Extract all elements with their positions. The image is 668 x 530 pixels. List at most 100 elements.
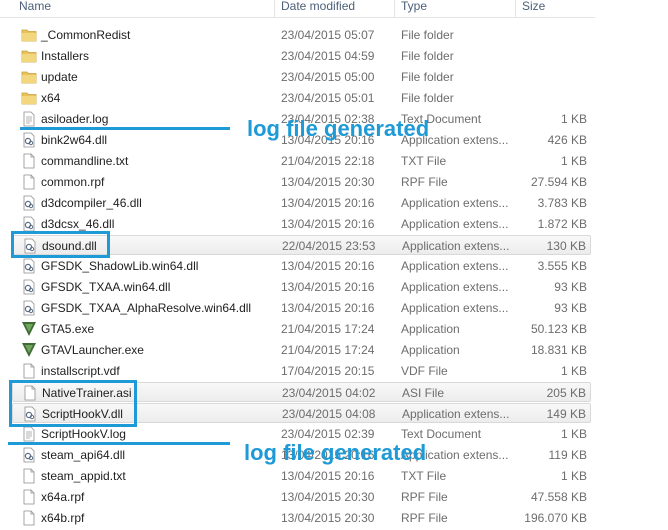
file-name: d3dcompiler_46.dll bbox=[41, 196, 142, 210]
file-type: VDF File bbox=[401, 364, 448, 378]
file-name: x64b.rpf bbox=[41, 511, 85, 525]
dll-icon bbox=[21, 132, 37, 148]
dll-icon bbox=[21, 447, 37, 463]
file-type: RPF File bbox=[401, 175, 448, 189]
highlight-box-scripthook bbox=[9, 380, 137, 427]
file-row[interactable]: installscript.vdf 17/04/2015 20:15 VDF Fil… bbox=[12, 361, 591, 381]
file-type: File folder bbox=[401, 70, 454, 84]
file-date-modified: 22/04/2015 23:53 bbox=[282, 239, 376, 253]
annotation-underline bbox=[8, 442, 230, 445]
gta-v-icon bbox=[21, 342, 37, 358]
file-name: ScriptHookV.log bbox=[41, 427, 126, 441]
file-date-modified: 13/04/2015 20:30 bbox=[281, 490, 375, 504]
file-date-modified: 23/04/2015 05:01 bbox=[281, 91, 375, 105]
file-row[interactable]: GTA5.exe 21/04/2015 17:24 Application 50.12… bbox=[12, 319, 591, 339]
file-row[interactable]: GFSDK_ShadowLib.win64.dll 13/04/2015 20:1… bbox=[12, 256, 591, 276]
file-name: d3dcsx_46.dll bbox=[41, 217, 115, 231]
file-size: 1 KB bbox=[560, 154, 587, 168]
file-row[interactable]: GFSDK_TXAA_AlphaResolve.win64.dll 13/04/2… bbox=[12, 298, 591, 318]
text-file-icon bbox=[21, 426, 37, 442]
dll-icon bbox=[21, 195, 37, 211]
file-date-modified: 21/04/2015 17:24 bbox=[281, 343, 375, 357]
blank-file-icon bbox=[21, 468, 37, 484]
file-name: steam_api64.dll bbox=[41, 448, 126, 462]
file-size: 205 KB bbox=[546, 386, 586, 400]
file-type: RPF File bbox=[401, 490, 448, 504]
file-row[interactable]: steam_appid.txt 13/04/2015 20:16 TXT File 1… bbox=[12, 466, 591, 486]
annotation-text-bottom: log file generated bbox=[244, 440, 427, 465]
file-row[interactable]: _CommonRedist 23/04/2015 05:07 File folder bbox=[12, 25, 591, 45]
dll-icon bbox=[21, 279, 37, 295]
file-type: ASI File bbox=[402, 386, 445, 400]
file-date-modified: 21/04/2015 17:24 bbox=[281, 322, 375, 336]
file-size: 149 KB bbox=[546, 407, 586, 421]
annotation-text-top: log file generated bbox=[247, 116, 430, 141]
file-row[interactable]: x64b.rpf 13/04/2015 20:30 RPF File 196.070 … bbox=[12, 508, 591, 528]
column-header-bar: Name Date modified Type Size bbox=[0, 0, 595, 18]
file-row[interactable]: update 23/04/2015 05:00 File folder bbox=[12, 67, 591, 87]
file-date-modified: 23/04/2015 04:59 bbox=[281, 49, 375, 63]
text-file-icon bbox=[21, 111, 37, 127]
file-type: RPF File bbox=[401, 511, 448, 525]
dll-icon bbox=[21, 300, 37, 316]
file-size: 130 KB bbox=[546, 239, 586, 253]
file-type: File folder bbox=[401, 49, 454, 63]
file-date-modified: 17/04/2015 20:15 bbox=[281, 364, 375, 378]
file-type: Text Document bbox=[401, 427, 482, 441]
file-row[interactable]: common.rpf 13/04/2015 20:30 RPF File 27.594… bbox=[12, 172, 591, 192]
file-name: Installers bbox=[41, 49, 90, 63]
column-divider[interactable] bbox=[274, 0, 275, 17]
dll-icon bbox=[21, 258, 37, 274]
file-type: Application extens... bbox=[401, 217, 509, 231]
file-type: Application extens... bbox=[402, 239, 510, 253]
file-name: asiloader.log bbox=[41, 112, 109, 126]
file-date-modified: 13/04/2015 20:30 bbox=[281, 511, 375, 525]
file-name: update bbox=[41, 70, 78, 84]
column-divider[interactable] bbox=[394, 0, 395, 17]
file-type: Application extens... bbox=[401, 301, 509, 315]
file-type: Application extens... bbox=[402, 407, 510, 421]
file-size: 1.872 KB bbox=[537, 217, 587, 231]
blank-file-icon bbox=[21, 489, 37, 505]
file-row[interactable]: x64a.rpf 13/04/2015 20:30 RPF File 47.558 K… bbox=[12, 487, 591, 507]
file-size: 1 KB bbox=[560, 364, 587, 378]
file-size: 50.123 KB bbox=[530, 322, 587, 336]
file-row[interactable]: d3dcompiler_46.dll 13/04/2015 20:16 Applic… bbox=[12, 193, 591, 213]
dll-icon bbox=[21, 216, 37, 232]
column-header-name[interactable]: Name bbox=[19, 0, 51, 13]
blank-file-icon bbox=[21, 174, 37, 190]
column-header-type[interactable]: Type bbox=[401, 0, 427, 13]
file-row[interactable]: x64 23/04/2015 05:01 File folder bbox=[12, 88, 591, 108]
file-size: 93 KB bbox=[554, 280, 587, 294]
file-row[interactable]: GTAVLauncher.exe 21/04/2015 17:24 Applicat… bbox=[12, 340, 591, 360]
file-size: 426 KB bbox=[547, 133, 587, 147]
blank-file-icon bbox=[21, 363, 37, 379]
file-date-modified: 23/04/2015 02:39 bbox=[281, 427, 375, 441]
file-date-modified: 23/04/2015 05:00 bbox=[281, 70, 375, 84]
file-date-modified: 23/04/2015 05:07 bbox=[281, 28, 375, 42]
file-type: Application extens... bbox=[401, 259, 509, 273]
file-type: File folder bbox=[401, 91, 454, 105]
column-divider[interactable] bbox=[515, 0, 516, 17]
file-size: 27.594 KB bbox=[530, 175, 587, 189]
column-header-date[interactable]: Date modified bbox=[281, 0, 355, 13]
file-size: 1 KB bbox=[560, 427, 587, 441]
file-size: 18.831 KB bbox=[530, 343, 587, 357]
highlight-box-dsound bbox=[11, 231, 110, 258]
annotation-underline bbox=[20, 127, 230, 130]
column-header-size[interactable]: Size bbox=[522, 0, 545, 13]
file-size: 47.558 KB bbox=[530, 490, 587, 504]
file-name: _CommonRedist bbox=[41, 28, 131, 42]
file-size: 119 KB bbox=[548, 448, 587, 462]
file-name: GTA5.exe bbox=[41, 322, 95, 336]
file-row[interactable]: Installers 23/04/2015 04:59 File folder bbox=[12, 46, 591, 66]
file-row[interactable]: GFSDK_TXAA.win64.dll 13/04/2015 20:16 Appl… bbox=[12, 277, 591, 297]
file-date-modified: 13/04/2015 20:16 bbox=[281, 196, 375, 210]
file-name: bink2w64.dll bbox=[41, 133, 108, 147]
file-type: File folder bbox=[401, 28, 454, 42]
file-date-modified: 21/04/2015 22:18 bbox=[281, 154, 375, 168]
file-size: 196.070 KB bbox=[524, 511, 587, 525]
file-row[interactable]: commandline.txt 21/04/2015 22:18 TXT File 1… bbox=[12, 151, 591, 171]
file-date-modified: 13/04/2015 20:30 bbox=[281, 175, 375, 189]
file-type: TXT File bbox=[401, 469, 447, 483]
